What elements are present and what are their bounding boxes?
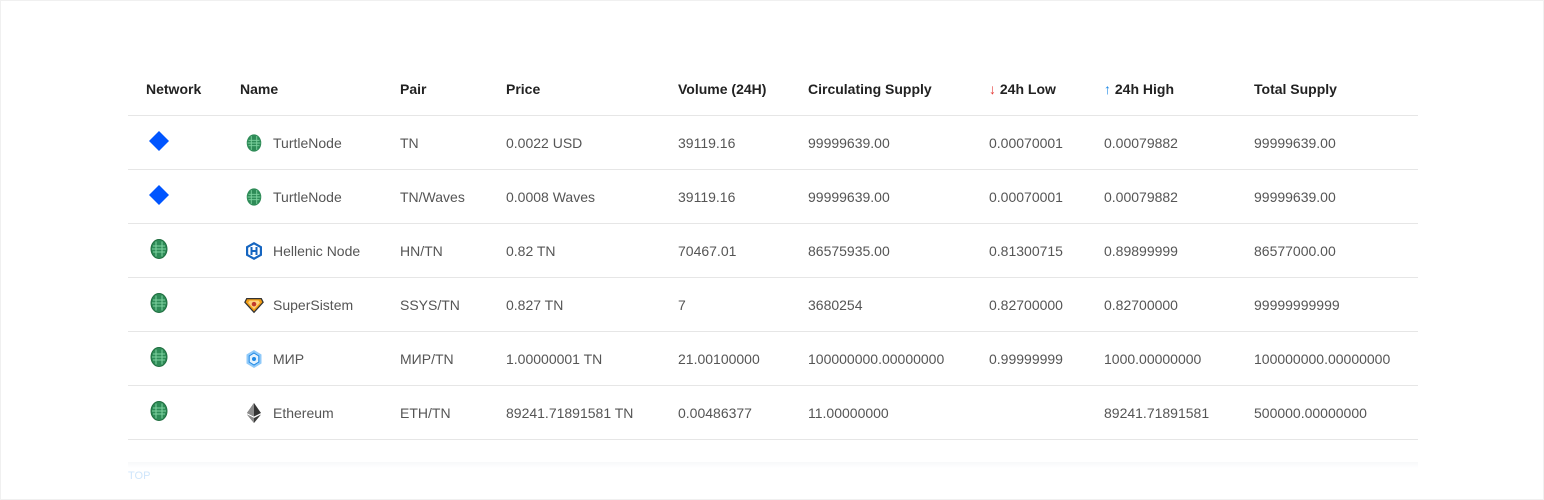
total-supply-cell: 99999639.00 bbox=[1254, 115, 1418, 170]
price-cell: 0.82 TN bbox=[506, 223, 678, 278]
network-cell bbox=[128, 277, 240, 332]
token-name: МИР bbox=[273, 350, 305, 367]
price-cell: 89241.71891581 TN bbox=[506, 385, 678, 440]
total-supply-cell: 500000.00000000 bbox=[1254, 385, 1418, 440]
turtlenode-icon bbox=[244, 133, 264, 153]
back-to-top-link[interactable]: TOP bbox=[128, 470, 150, 482]
volume-cell: 39119.16 bbox=[678, 169, 808, 224]
24h-low-cell: 0.00070001 bbox=[989, 169, 1104, 224]
pair-cell: SSYS/TN bbox=[400, 277, 506, 332]
total-supply-cell: 100000000.00000000 bbox=[1254, 331, 1418, 386]
network-cell bbox=[128, 331, 240, 386]
24h-high-cell: 0.00079882 bbox=[1104, 115, 1254, 170]
market-table: Network Name Pair Price Volume (24H) Cir… bbox=[128, 62, 1418, 440]
pair-cell: TN bbox=[400, 115, 506, 170]
24h-low-cell bbox=[989, 385, 1104, 440]
total-supply-cell: 86577000.00 bbox=[1254, 223, 1418, 278]
24h-low-cell: 0.00070001 bbox=[989, 115, 1104, 170]
circulating-supply-cell: 11.00000000 bbox=[808, 385, 989, 440]
volume-cell: 39119.16 bbox=[678, 115, 808, 170]
token-name: SuperSistem bbox=[273, 296, 354, 313]
circulating-supply-cell: 99999639.00 bbox=[808, 169, 989, 224]
circulating-supply-cell: 3680254 bbox=[808, 277, 989, 332]
name-cell[interactable]: SuperSistem bbox=[240, 277, 400, 332]
arrow-up-icon: ↑ bbox=[1104, 80, 1111, 97]
token-name: TurtleNode bbox=[273, 134, 342, 151]
mir-icon bbox=[244, 349, 264, 369]
waves-network-icon bbox=[148, 184, 170, 206]
turtlenode-icon bbox=[244, 187, 264, 207]
hellenic-node-icon bbox=[244, 241, 264, 261]
market-table-container: Network Name Pair Price Volume (24H) Cir… bbox=[128, 62, 1418, 440]
pair-cell: МИР/TN bbox=[400, 331, 506, 386]
header-network[interactable]: Network bbox=[128, 62, 240, 116]
table-row[interactable]: Ethereum ETH/TN 89241.71891581 TN 0.0048637… bbox=[128, 385, 1418, 440]
volume-cell: 7 bbox=[678, 277, 808, 332]
price-cell: 0.827 TN bbox=[506, 277, 678, 332]
token-name: TurtleNode bbox=[273, 188, 342, 205]
header-circulating-supply[interactable]: Circulating Supply bbox=[808, 62, 989, 116]
tn-network-icon bbox=[148, 292, 170, 314]
name-cell[interactable]: МИР bbox=[240, 331, 400, 386]
header-total-supply[interactable]: Total Supply bbox=[1254, 62, 1418, 116]
network-cell bbox=[128, 385, 240, 440]
network-cell bbox=[128, 223, 240, 278]
volume-cell: 21.00100000 bbox=[678, 331, 808, 386]
volume-cell: 0.00486377 bbox=[678, 385, 808, 440]
24h-high-cell: 0.82700000 bbox=[1104, 277, 1254, 332]
24h-low-cell: 0.81300715 bbox=[989, 223, 1104, 278]
table-row[interactable]: TurtleNode TN 0.0022 USD 39119.16 99999639.0… bbox=[128, 115, 1418, 170]
24h-high-cell: 0.89899999 bbox=[1104, 223, 1254, 278]
pair-cell: TN/Waves bbox=[400, 169, 506, 224]
table-header-row: Network Name Pair Price Volume (24H) Cir… bbox=[128, 62, 1418, 116]
name-cell[interactable]: TurtleNode bbox=[240, 115, 400, 170]
token-name: Ethereum bbox=[273, 404, 334, 421]
supersistem-icon bbox=[244, 295, 264, 315]
24h-high-cell: 1000.00000000 bbox=[1104, 331, 1254, 386]
table-row[interactable]: МИР МИР/TN 1.00000001 TN 21.00100000 1000000… bbox=[128, 331, 1418, 386]
table-row[interactable]: SuperSistem SSYS/TN 0.827 TN 7 3680254 0.8270… bbox=[128, 277, 1418, 332]
tn-network-icon bbox=[148, 346, 170, 368]
token-name: Hellenic Node bbox=[273, 242, 361, 259]
total-supply-cell: 99999639.00 bbox=[1254, 169, 1418, 224]
price-cell: 0.0008 Waves bbox=[506, 169, 678, 224]
header-pair[interactable]: Pair bbox=[400, 62, 506, 116]
table-row[interactable]: TurtleNode TN/Waves 0.0008 Waves 39119.16 99… bbox=[128, 169, 1418, 224]
table-footer-shadow bbox=[128, 462, 1418, 468]
24h-low-cell: 0.99999999 bbox=[989, 331, 1104, 386]
circulating-supply-cell: 99999639.00 bbox=[808, 115, 989, 170]
volume-cell: 70467.01 bbox=[678, 223, 808, 278]
name-cell[interactable]: TurtleNode bbox=[240, 169, 400, 224]
total-supply-cell: 99999999999 bbox=[1254, 277, 1418, 332]
network-cell bbox=[128, 169, 240, 224]
pair-cell: ETH/TN bbox=[400, 385, 506, 440]
header-24h-high[interactable]: ↑ 24h High bbox=[1104, 62, 1254, 116]
pair-cell: HN/TN bbox=[400, 223, 506, 278]
name-cell[interactable]: Hellenic Node bbox=[240, 223, 400, 278]
ethereum-icon bbox=[244, 402, 264, 423]
header-volume[interactable]: Volume (24H) bbox=[678, 62, 808, 116]
circulating-supply-cell: 86575935.00 bbox=[808, 223, 989, 278]
24h-high-cell: 0.00079882 bbox=[1104, 169, 1254, 224]
header-price[interactable]: Price bbox=[506, 62, 678, 116]
price-cell: 1.00000001 TN bbox=[506, 331, 678, 386]
name-cell[interactable]: Ethereum bbox=[240, 385, 400, 440]
header-24h-low[interactable]: ↓ 24h Low bbox=[989, 62, 1104, 116]
tn-network-icon bbox=[148, 238, 170, 260]
circulating-supply-cell: 100000000.00000000 bbox=[808, 331, 989, 386]
tn-network-icon bbox=[148, 400, 170, 422]
header-name[interactable]: Name bbox=[240, 62, 400, 116]
price-cell: 0.0022 USD bbox=[506, 115, 678, 170]
network-cell bbox=[128, 115, 240, 170]
header-24h-high-label: 24h High bbox=[1114, 80, 1175, 97]
24h-low-cell: 0.82700000 bbox=[989, 277, 1104, 332]
table-row[interactable]: Hellenic Node HN/TN 0.82 TN 70467.01 8657593… bbox=[128, 223, 1418, 278]
header-24h-low-label: 24h Low bbox=[999, 80, 1056, 97]
waves-network-icon bbox=[148, 130, 170, 152]
24h-high-cell: 89241.71891581 bbox=[1104, 385, 1254, 440]
arrow-down-icon: ↓ bbox=[989, 80, 996, 97]
